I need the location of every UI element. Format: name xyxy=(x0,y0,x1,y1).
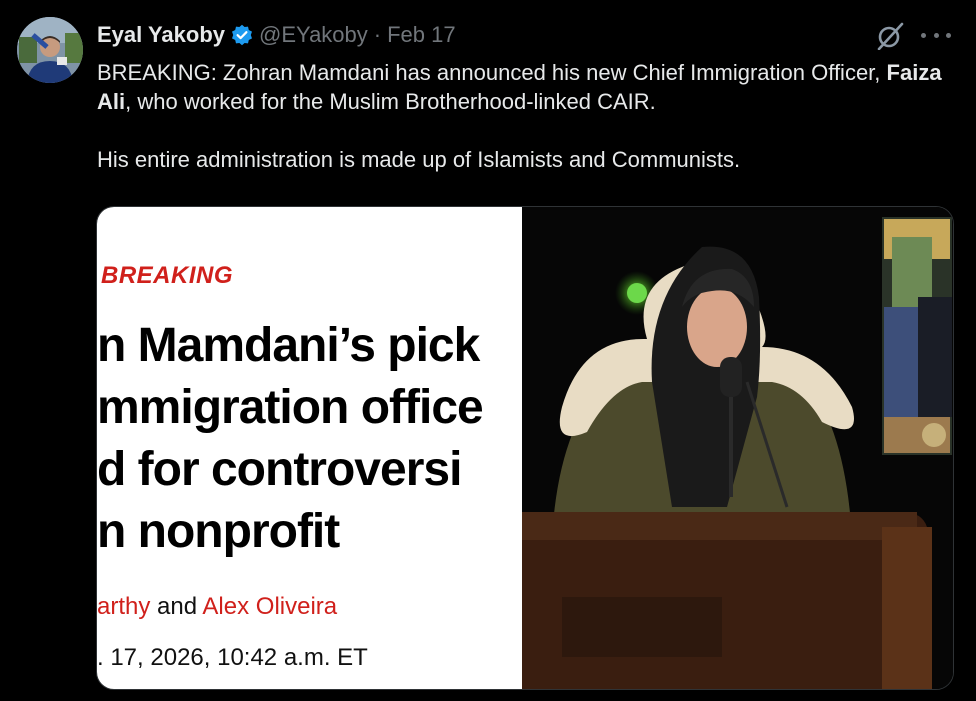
avatar-image xyxy=(17,17,83,83)
text-segment: BREAKING: Zohran Mamdani has announced h… xyxy=(97,60,887,85)
article-headline: n Mamdani’s pick mmigration office d for c… xyxy=(97,315,484,563)
tweet-header: Eyal Yakoby @EYakoby · Feb 17 xyxy=(97,22,456,48)
author-1: arthy xyxy=(97,593,151,620)
tweet-paragraph-2: His entire administration is made up of … xyxy=(97,147,741,172)
tweet-text: BREAKING: Zohran Mamdani has announced h… xyxy=(97,58,957,174)
headline-line: d for controversi xyxy=(97,443,462,496)
headline-line: n nonprofit xyxy=(97,505,340,558)
article-screenshot: BREAKING n Mamdani’s pick mmigration offi… xyxy=(97,207,522,689)
dot-icon xyxy=(921,32,926,38)
author-handle[interactable]: @EYakoby xyxy=(259,22,368,48)
author-name[interactable]: Eyal Yakoby xyxy=(97,22,225,48)
tweet-media[interactable]: BREAKING n Mamdani’s pick mmigration offi… xyxy=(96,206,954,690)
author-avatar[interactable] xyxy=(17,17,83,83)
text-segment: , who worked for the Muslim Brotherhood-… xyxy=(125,89,656,114)
headline-line: n Mamdani’s pick xyxy=(97,319,480,372)
article-timestamp: . 17, 2026, 10:42 a.m. ET xyxy=(97,644,368,671)
headline-line: mmigration office xyxy=(97,381,484,434)
verified-badge-icon xyxy=(231,24,253,46)
dot-icon xyxy=(933,32,939,38)
article-byline: arthy and Alex Oliveira xyxy=(97,593,337,621)
breaking-label: BREAKING xyxy=(101,262,234,289)
tweet-date[interactable]: Feb 17 xyxy=(387,22,456,48)
separator-dot: · xyxy=(373,22,382,47)
author-2: Alex Oliveira xyxy=(202,593,338,620)
grok-icon[interactable] xyxy=(876,22,904,51)
dot-icon xyxy=(946,32,951,38)
more-options-icon[interactable] xyxy=(921,23,951,47)
tweet-paragraph-1: BREAKING: Zohran Mamdani has announced h… xyxy=(97,58,957,116)
speaker-photo xyxy=(522,207,953,689)
byline-and: and xyxy=(150,593,203,620)
